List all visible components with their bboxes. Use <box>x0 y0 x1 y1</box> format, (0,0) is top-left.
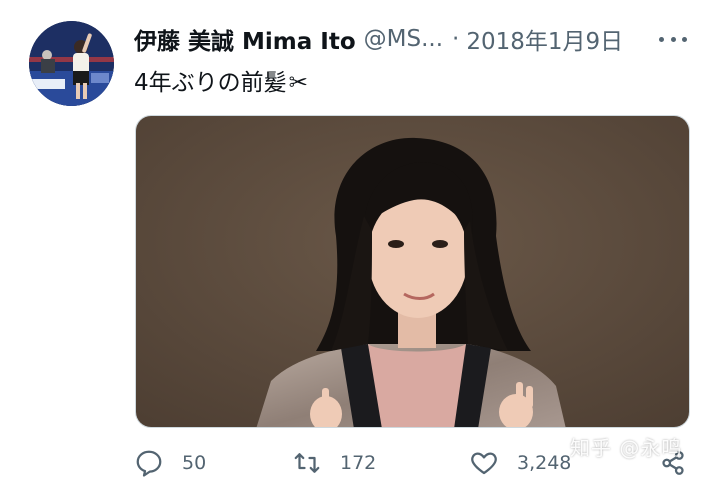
avatar[interactable] <box>29 21 114 106</box>
retweet-button[interactable]: 172 <box>292 448 376 478</box>
heart-icon <box>471 452 497 475</box>
watermark: 知乎 @永鸣 <box>570 436 683 460</box>
tweet-text-body: 4年ぶりの前髪 <box>134 70 287 96</box>
photo-image <box>136 116 689 427</box>
tweet-date[interactable]: 2018年1月9日 <box>466 22 623 56</box>
display-name[interactable]: 伊藤 美誠 Mima Ito <box>134 22 356 56</box>
separator-dot: · <box>452 26 460 52</box>
tweet-text: 4年ぶりの前髪✂ <box>134 63 308 97</box>
like-button[interactable]: 3,248 <box>469 448 571 478</box>
more-dots-icon[interactable] <box>659 28 687 50</box>
retweet-icon <box>294 453 320 473</box>
tweet-photo[interactable] <box>135 115 690 428</box>
scissors-emoji: ✂ <box>288 70 308 96</box>
avatar-image <box>29 21 114 106</box>
reply-count: 50 <box>182 452 207 474</box>
retweet-count: 172 <box>340 452 377 474</box>
user-handle[interactable]: @MS... <box>364 26 443 52</box>
tweet-header: 伊藤 美誠 Mima Ito @MS... · 2018年1月9日 <box>134 22 681 56</box>
tweet[interactable]: 伊藤 美誠 Mima Ito @MS... · 2018年1月9日 4年ぶりの前… <box>0 0 701 478</box>
like-count: 3,248 <box>517 452 572 474</box>
reply-button[interactable]: 50 <box>134 448 206 478</box>
reply-icon <box>136 450 162 477</box>
